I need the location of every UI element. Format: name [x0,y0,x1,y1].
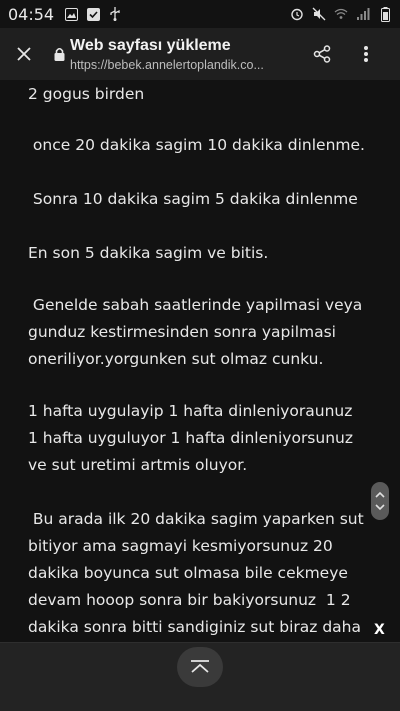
chevron-up-icon [375,491,385,498]
wifi-icon [334,7,348,21]
paragraph: Sonra 10 dakika sagim 5 dakika dinlenme [28,190,358,208]
close-button[interactable] [0,28,48,80]
chevron-down-icon [375,504,385,511]
share-button[interactable] [302,28,342,80]
page-content[interactable]: 2 gogus birden once 20 dakika sagim 10 d… [0,80,400,642]
browser-toolbar: Web sayfası yükleme https://bebek.annele… [0,28,400,80]
page-url: https://bebek.annelertoplandik.co... [70,57,264,72]
scroll-to-top-button[interactable] [177,647,223,687]
signal-icon [356,7,370,21]
status-time: 04:54 [8,4,55,24]
page-title: Web sayfası yükleme [70,36,231,54]
paragraph: once 20 dakika sagim 10 dakika dinlenme. [28,136,365,154]
scroll-handle[interactable] [371,482,389,520]
ad-close-button[interactable]: X [374,622,388,638]
paragraph: 2 gogus birden [28,85,145,103]
gallery-icon [64,7,78,21]
status-right-icons [290,6,392,22]
status-bar: 04:54 [0,0,400,28]
more-options-button[interactable] [346,28,386,80]
mute-icon [312,7,326,21]
share-icon [313,45,331,63]
page-title-block: Web sayfası yükleme https://bebek.annele… [70,37,282,72]
paragraph: 1 hafta uygulayip 1 hafta dinleniyoraunu… [28,402,353,474]
lock-icon [48,28,70,80]
more-vert-icon [364,46,368,62]
paragraph: Genelde sabah saatlerinde yapilmasi veya… [28,296,363,368]
status-left-icons [64,7,122,21]
bottom-bar [0,642,400,711]
check-icon [86,7,100,21]
paragraph: Bu arada ilk 20 dakika sagim yaparken su… [28,510,364,636]
close-icon [17,47,31,61]
alarm-icon [290,7,304,21]
battery-icon [378,6,392,22]
double-chevron-up-icon [191,660,209,673]
usb-icon [108,7,122,21]
paragraph: En son 5 dakika sagim ve bitis. [28,244,269,262]
